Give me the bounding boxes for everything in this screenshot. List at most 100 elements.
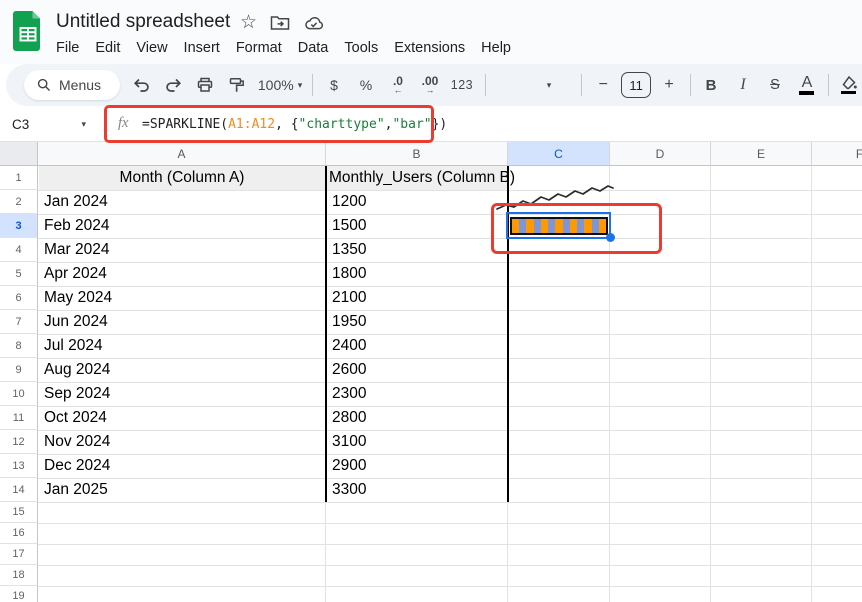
cell-A6[interactable]: May 2024 [39,286,325,310]
cell-A13[interactable]: Dec 2024 [39,454,325,478]
more-formats-button[interactable]: 123 [449,71,475,99]
star-icon[interactable]: ☆ [240,13,257,33]
zoom-select[interactable]: 100% ▾ [258,71,302,99]
cell-B10[interactable]: 2300 [328,382,508,406]
print-button[interactable] [192,71,218,99]
italic-button[interactable]: I [730,71,756,99]
undo-button[interactable] [128,71,154,99]
cell-A9[interactable]: Aug 2024 [39,358,325,382]
formula-input[interactable]: =SPARKLINE(A1:A12, {"charttype","bar"}) [142,106,447,142]
menu-extensions[interactable]: Extensions [386,40,473,56]
cell-A8[interactable]: Jul 2024 [39,334,325,358]
cell-A1[interactable]: Month (Column A) [39,166,325,190]
row-header-4[interactable]: 4 [0,238,38,262]
redo-button[interactable] [160,71,186,99]
row-header-6[interactable]: 6 [0,286,38,310]
toolbar: Menus [6,64,862,106]
font-size-input[interactable]: 11 [621,72,651,98]
cell-A7[interactable]: Jun 2024 [39,310,325,334]
row-header-5[interactable]: 5 [0,262,38,286]
row-header-3[interactable]: 3 [0,214,38,238]
row-header-11[interactable]: 11 [0,406,38,430]
row-header-17[interactable]: 17 [0,544,38,565]
row-header-14[interactable]: 14 [0,478,38,502]
cell-B6[interactable]: 2100 [328,286,508,310]
decrease-font-size-button[interactable]: − [590,71,616,99]
cell-B4[interactable]: 1350 [328,238,508,262]
cell-B12[interactable]: 3100 [328,430,508,454]
column-header-C[interactable]: C [508,142,610,166]
separator [828,74,829,96]
format-percent-button[interactable]: % [353,71,379,99]
row-header-19[interactable]: 19 [0,586,38,602]
separator [581,74,582,96]
cell-B3[interactable]: 1500 [328,214,508,238]
menu-view[interactable]: View [128,40,175,56]
bold-button[interactable]: B [698,71,724,99]
cell-A12[interactable]: Nov 2024 [39,430,325,454]
menus-search-button[interactable]: Menus [24,70,120,100]
cell-B9[interactable]: 2600 [328,358,508,382]
row-header-18[interactable]: 18 [0,565,38,586]
cell-C3-sparkline[interactable] [510,217,608,235]
cell-B1[interactable]: Monthly_Users (Column B) [327,166,508,190]
row-header-7[interactable]: 7 [0,310,38,334]
name-box[interactable]: C3 ▾ [0,106,100,142]
menu-insert[interactable]: Insert [176,40,228,56]
strikethrough-button[interactable]: S [762,71,788,99]
paint-format-button[interactable] [224,71,250,99]
column-header-B[interactable]: B [326,142,508,166]
increase-font-size-button[interactable]: + [656,71,682,99]
cell-A5[interactable]: Apr 2024 [39,262,325,286]
column-header-A[interactable]: A [38,142,326,166]
paint-format-icon [228,76,246,94]
cell-B11[interactable]: 2800 [328,406,508,430]
cloud-saved-icon[interactable] [303,15,325,31]
sheets-logo-icon[interactable] [13,11,43,51]
column-header-D[interactable]: D [610,142,711,166]
decrease-decimal-button[interactable]: .0 ← [385,71,411,99]
menu-edit[interactable]: Edit [87,40,128,56]
menu-file[interactable]: File [48,40,87,56]
spreadsheet-title[interactable]: Untitled spreadsheet [56,11,230,33]
cell-B5[interactable]: 1800 [328,262,508,286]
cell-A4[interactable]: Mar 2024 [39,238,325,262]
cell-B2[interactable]: 1200 [328,190,508,214]
cell-A3[interactable]: Feb 2024 [39,214,325,238]
column-header-F[interactable]: F [812,142,862,166]
row-header-12[interactable]: 12 [0,430,38,454]
cell-A14[interactable]: Jan 2025 [39,478,325,502]
row-header-13[interactable]: 13 [0,454,38,478]
cell-B7[interactable]: 1950 [328,310,508,334]
cell-B14[interactable]: 3300 [328,478,508,502]
increase-decimal-button[interactable]: .00 → [417,71,443,99]
cell-A11[interactable]: Oct 2024 [39,406,325,430]
menu-format[interactable]: Format [228,40,290,56]
font-selector[interactable]: ▾ [490,71,577,99]
row-header-10[interactable]: 10 [0,382,38,406]
fill-handle[interactable] [606,233,615,242]
text-color-button[interactable]: A [794,71,820,99]
menu-help[interactable]: Help [473,40,519,56]
row-header-9[interactable]: 9 [0,358,38,382]
cell-A2[interactable]: Jan 2024 [39,190,325,214]
row-header-15[interactable]: 15 [0,502,38,523]
row-header-1[interactable]: 1 [0,166,38,190]
fill-color-button[interactable] [836,71,862,99]
sheet-grid: ABCDEF12345678910111213141516171819Month… [0,142,862,602]
sparkline-bar [541,219,548,233]
cell-B13[interactable]: 2900 [328,454,508,478]
cell-A10[interactable]: Sep 2024 [39,382,325,406]
gridline [38,544,862,545]
row-header-8[interactable]: 8 [0,334,38,358]
menu-tools[interactable]: Tools [336,40,386,56]
move-folder-icon[interactable] [270,15,290,31]
format-currency-button[interactable]: $ [321,71,347,99]
menu-data[interactable]: Data [290,40,337,56]
cell-B8[interactable]: 2400 [328,334,508,358]
chevron-down-icon: ▾ [81,119,86,130]
row-header-16[interactable]: 16 [0,523,38,544]
row-header-2[interactable]: 2 [0,190,38,214]
column-header-E[interactable]: E [711,142,812,166]
select-all-corner[interactable] [0,142,38,166]
